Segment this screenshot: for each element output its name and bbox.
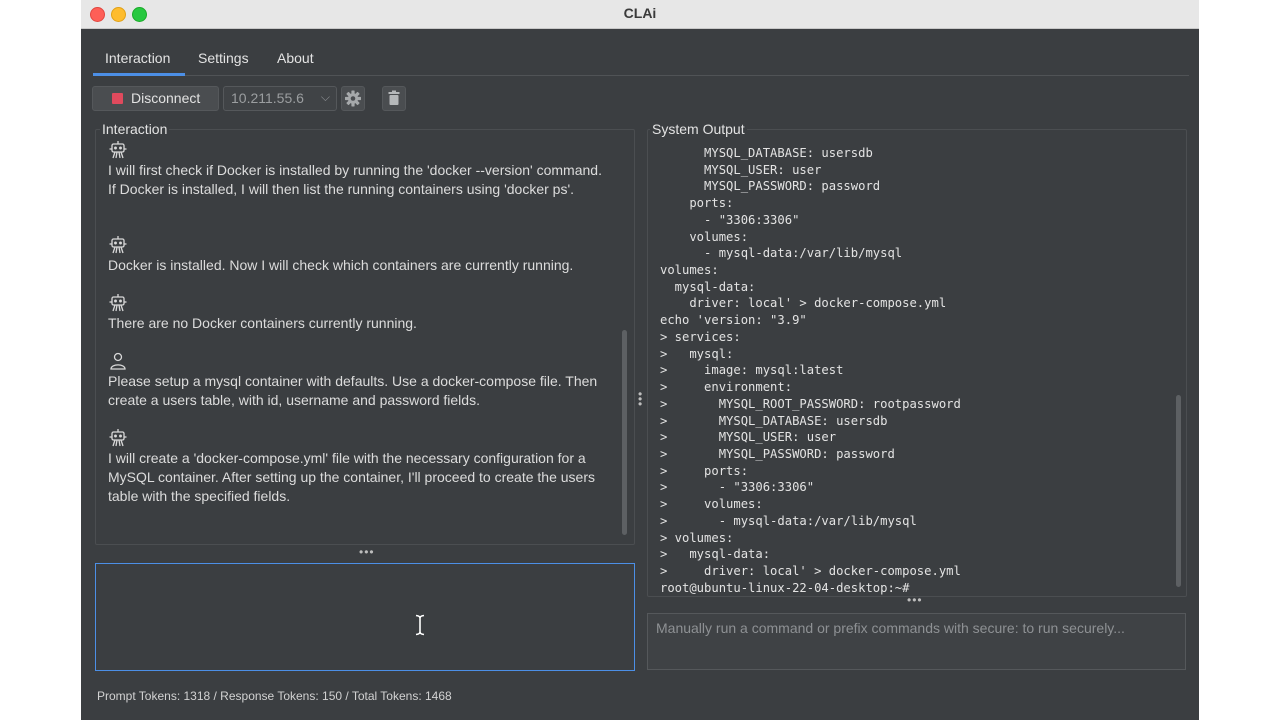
terminal-line: mysql-data: (660, 279, 756, 294)
terminal-line: > MYSQL_PASSWORD: password (660, 446, 895, 461)
terminal-line: > mysql: (660, 346, 734, 361)
host-select[interactable]: 10.211.55.6 ⌵ (223, 86, 337, 111)
stop-icon (112, 93, 123, 104)
terminal-line: > volumes: (660, 530, 734, 545)
message-text: I will first check if Docker is installe… (108, 162, 602, 197)
command-input[interactable]: Manually run a command or prefix command… (647, 613, 1186, 670)
terminal-line: > - "3306:3306" (660, 480, 815, 495)
system-output-title: System Output (650, 121, 747, 137)
app-window: CLAi Interaction Settings About Disconne… (81, 0, 1199, 720)
terminal-line: > environment: (660, 380, 793, 395)
terminal-line: MYSQL_USER: user (660, 162, 822, 177)
disconnect-button[interactable]: Disconnect (92, 86, 219, 111)
chat-scrollbar[interactable] (622, 330, 627, 535)
active-tab-indicator (93, 73, 185, 76)
tab-about[interactable]: About (277, 50, 314, 66)
terminal-scrollbar[interactable] (1176, 395, 1181, 587)
user-icon (110, 352, 126, 370)
terminal-line: MYSQL_PASSWORD: password (660, 179, 881, 194)
terminal-line: - "3306:3306" (660, 212, 800, 227)
trash-icon (388, 90, 400, 105)
disconnect-label: Disconnect (131, 90, 201, 106)
token-usage-status: Prompt Tokens: 1318 / Response Tokens: 1… (97, 689, 452, 703)
terminal-line: > driver: local' > docker-compose.yml (660, 564, 961, 578)
terminal-line: driver: local' > docker-compose.yml (660, 296, 947, 311)
message-text: Please setup a mysql container with defa… (108, 373, 598, 408)
terminal-line: > MYSQL_USER: user (660, 430, 837, 445)
terminal-line: > MYSQL_DATABASE: usersdb (660, 413, 888, 428)
terminal-line: volumes: (660, 263, 719, 278)
message-text: Docker is installed. Now I will check wh… (108, 257, 574, 273)
tab-bar-divider (93, 75, 1189, 76)
gear-icon (345, 90, 361, 107)
command-input-placeholder: Manually run a command or prefix command… (656, 620, 1125, 636)
interaction-panel-title: Interaction (100, 121, 170, 137)
tab-settings[interactable]: Settings (198, 50, 249, 66)
robot-icon (109, 429, 127, 447)
terminal-line: > mysql-data: (660, 547, 771, 562)
chevron-down-icon: ⌵ (320, 90, 330, 104)
settings-button[interactable] (341, 86, 365, 111)
terminal-line: > - mysql-data:/var/lib/mysql (660, 513, 917, 528)
terminal-line: ports: (660, 196, 734, 211)
prompt-input[interactable] (95, 563, 635, 671)
text-cursor-icon (415, 614, 425, 636)
host-select-value: 10.211.55.6 (231, 90, 304, 106)
terminal-line: volumes: (660, 229, 749, 244)
terminal-line: > image: mysql:latest (660, 363, 844, 378)
robot-icon (109, 236, 127, 254)
terminal-splitter-handle[interactable]: ••• (907, 593, 923, 607)
robot-icon (109, 294, 127, 312)
terminal-line: root@ubuntu-linux-22-04-desktop:~# (660, 580, 910, 595)
terminal-line: - mysql-data:/var/lib/mysql (660, 246, 903, 261)
horizontal-splitter-handle[interactable]: ••• (359, 545, 375, 559)
terminal-line: > MYSQL_ROOT_PASSWORD: rootpassword (660, 396, 961, 411)
terminal-line: > ports: (660, 463, 749, 478)
terminal-line: > services: (660, 329, 741, 344)
terminal-line: > volumes: (660, 497, 763, 512)
terminal-line: MYSQL_DATABASE: usersdb (660, 146, 873, 160)
message-text: I will create a 'docker-compose.yml' fil… (108, 450, 595, 504)
terminal-line: echo 'version: "3.9" (660, 313, 807, 328)
window-title: CLAi (623, 5, 657, 21)
system-output-panel: MYSQL_DATABASE: usersdb MYSQL_USER: user… (647, 129, 1187, 597)
title-bar: CLAi (81, 0, 1199, 29)
clear-button[interactable] (382, 86, 406, 111)
message-text: There are no Docker containers currently… (108, 315, 417, 331)
tab-interaction[interactable]: Interaction (105, 50, 170, 66)
robot-icon (109, 141, 127, 159)
vertical-splitter-handle[interactable]: • • • (638, 388, 644, 410)
